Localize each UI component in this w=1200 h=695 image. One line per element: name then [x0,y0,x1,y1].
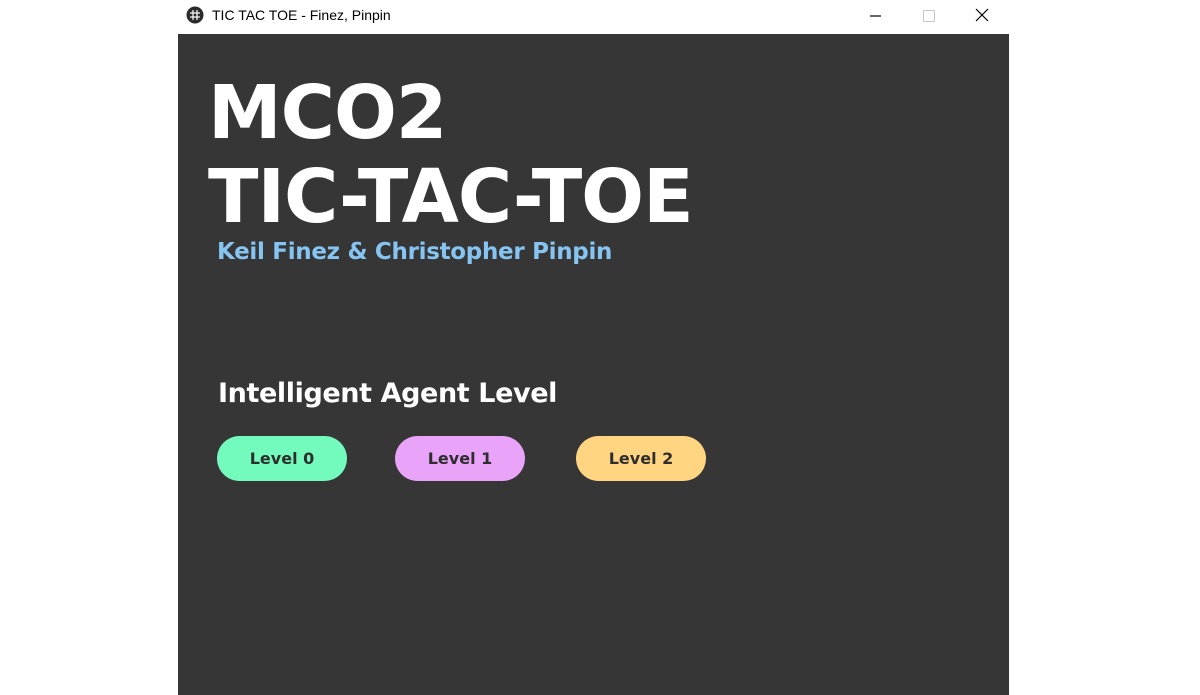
window-title: TIC TAC TOE - Finez, Pinpin [212,7,391,23]
heading-title: TIC-TAC-TOE [208,154,694,240]
level-2-button[interactable]: Level 2 [576,436,706,481]
maximize-icon [906,0,952,32]
minimize-button[interactable] [852,0,898,32]
level-1-button[interactable]: Level 1 [395,436,525,481]
heading-mco2: MCO2 [208,70,447,156]
main-panel: MCO2 TIC-TAC-TOE Keil Finez & Christophe… [178,34,1009,695]
authors-label: Keil Finez & Christopher Pinpin [217,239,613,265]
title-bar[interactable]: TIC TAC TOE - Finez, Pinpin [178,0,1009,34]
app-icon [186,6,204,24]
app-window: TIC TAC TOE - Finez, Pinpin MCO2 TIC-TAC… [178,0,1009,695]
close-button[interactable] [960,0,1006,32]
close-icon [960,0,1006,32]
agent-level-label: Intelligent Agent Level [218,378,557,409]
maximize-button[interactable] [906,0,952,32]
minimize-icon [852,0,898,32]
level-0-button[interactable]: Level 0 [217,436,347,481]
